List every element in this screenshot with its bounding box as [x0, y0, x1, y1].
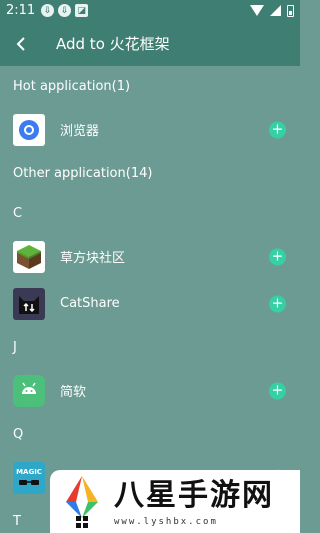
- app-list: Hot application(1) 浏览器 + Other applicati…: [0, 66, 300, 533]
- app-label: 简软: [60, 385, 87, 400]
- add-button[interactable]: +: [269, 295, 286, 312]
- magic-icon-text: MAGIC: [16, 467, 42, 476]
- signal-icon: [270, 5, 281, 16]
- catshare-app-icon: [13, 287, 45, 320]
- app-notification-icon: ◪: [75, 4, 89, 17]
- app-label: 草方块社区: [60, 251, 126, 266]
- letter-header-j: J: [13, 339, 17, 355]
- section-header-other: Other application(14): [13, 165, 153, 181]
- page-title: Add to 火花框架: [56, 35, 170, 53]
- browser-app-icon: [13, 113, 45, 146]
- wifi-icon: [250, 5, 264, 16]
- letter-header-q: Q: [13, 426, 24, 442]
- watermark-text: 八星手游网: [114, 477, 274, 513]
- letter-header-c: C: [13, 205, 23, 221]
- toolbar: Add to 火花框架: [0, 21, 300, 66]
- watermark-logo-icon: [66, 475, 98, 528]
- list-item-grass-community[interactable]: 草方块社区 +: [0, 233, 300, 280]
- status-bar: 2:11 ⇩ ⇩ ◪: [0, 0, 300, 21]
- list-item-jianruan[interactable]: 简软 +: [0, 367, 300, 414]
- add-button[interactable]: +: [269, 248, 286, 265]
- download-notification-icon-2: ⇩: [58, 4, 72, 17]
- watermark-url: www.lyshbx.com: [114, 516, 218, 527]
- magic-app-icon: MAGIC: [13, 461, 45, 494]
- battery-icon: [287, 4, 294, 17]
- add-button[interactable]: +: [269, 121, 286, 138]
- status-time: 2:11: [6, 3, 36, 18]
- list-item-browser[interactable]: 浏览器 +: [0, 106, 300, 153]
- back-button[interactable]: [0, 21, 42, 66]
- watermark: 八星手游网 www.lyshbx.com: [50, 470, 300, 533]
- add-button[interactable]: +: [269, 382, 286, 399]
- app-label: 浏览器: [60, 124, 100, 139]
- list-item-catshare[interactable]: CatShare +: [0, 280, 300, 327]
- download-notification-icon: ⇩: [41, 4, 55, 17]
- section-header-hot: Hot application(1): [13, 78, 131, 94]
- android-app-icon: [13, 374, 45, 407]
- grass-block-app-icon: [13, 240, 45, 273]
- app-label: CatShare: [60, 296, 120, 311]
- back-arrow-icon: [16, 36, 25, 51]
